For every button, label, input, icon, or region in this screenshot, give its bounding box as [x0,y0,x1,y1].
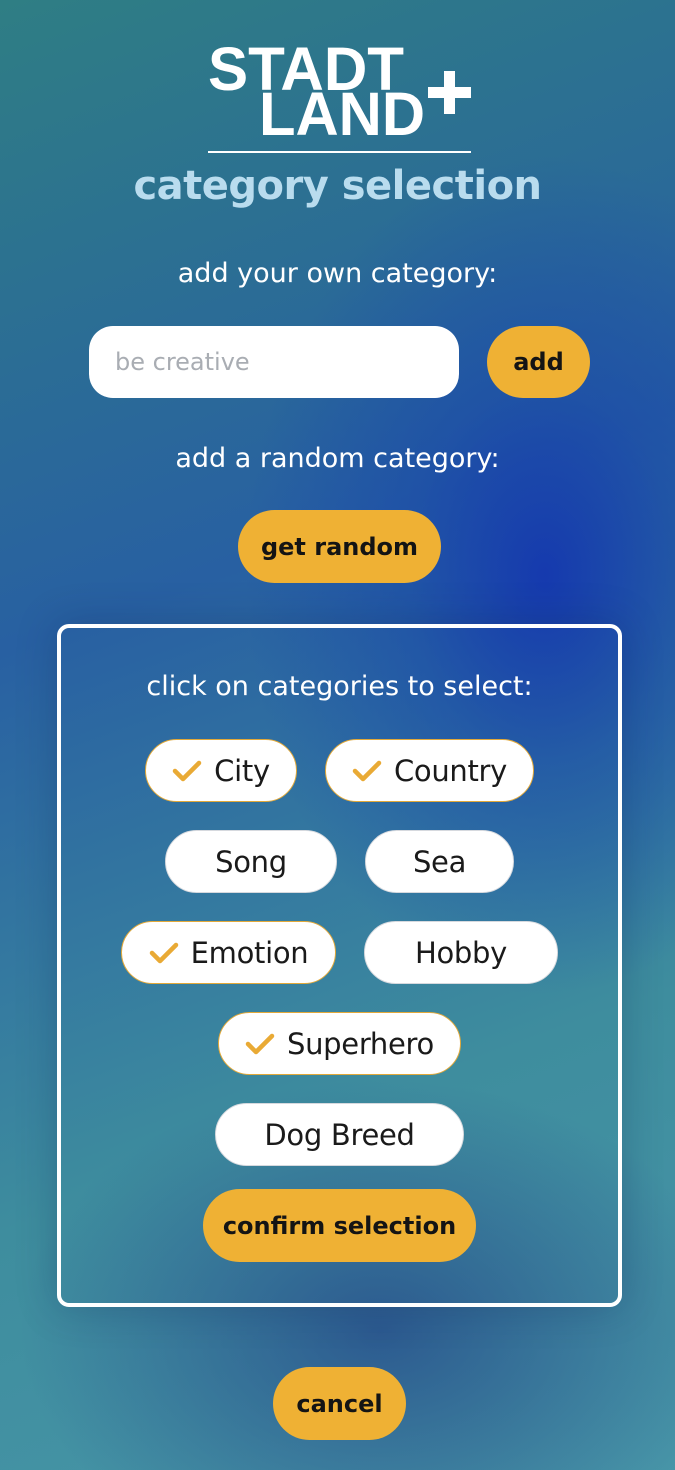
random-category-label: add a random category: [175,443,500,474]
get-random-button[interactable]: get random [238,510,441,583]
category-chip-label: Country [393,753,508,788]
checkmark-icon [149,942,178,963]
own-category-label: add your own category: [177,258,498,289]
page-title: category selection [133,163,542,209]
category-chip-label: City [214,753,270,788]
category-chip-label: Sea [412,844,467,879]
category-chip-label: Emotion [190,935,309,970]
select-categories-label: click on categories to select: [146,671,533,702]
confirm-selection-button[interactable]: confirm selection [203,1189,476,1262]
checkmark-icon [352,760,382,781]
checkmark-icon [172,760,202,781]
category-chip-sea[interactable]: Sea [365,830,514,893]
add-category-button[interactable]: add [487,326,590,398]
app-logo: STADT LAND [0,0,675,160]
category-chip-song[interactable]: Song [165,830,337,893]
own-category-input[interactable] [89,326,459,398]
category-chip-label: Song [215,844,287,879]
logo-text-land: LAND [259,80,425,148]
category-chip-label: Superhero [286,1026,434,1061]
category-chip-label: Dog Breed [264,1117,415,1152]
logo-underline [208,151,471,153]
logo-graphic: STADT LAND [208,35,471,148]
category-chip-emotion[interactable]: Emotion [121,921,336,984]
category-chip-label: Hobby [414,935,508,970]
category-chip-country[interactable]: Country [325,739,534,802]
checkmark-icon [245,1033,275,1054]
category-chip-dog-breed[interactable]: Dog Breed [215,1103,464,1166]
cancel-button[interactable]: cancel [273,1367,406,1440]
category-chip-hobby[interactable]: Hobby [364,921,558,984]
category-chip-city[interactable]: City [145,739,297,802]
logo-plus-icon [428,71,471,114]
category-chip-superhero[interactable]: Superhero [218,1012,461,1075]
